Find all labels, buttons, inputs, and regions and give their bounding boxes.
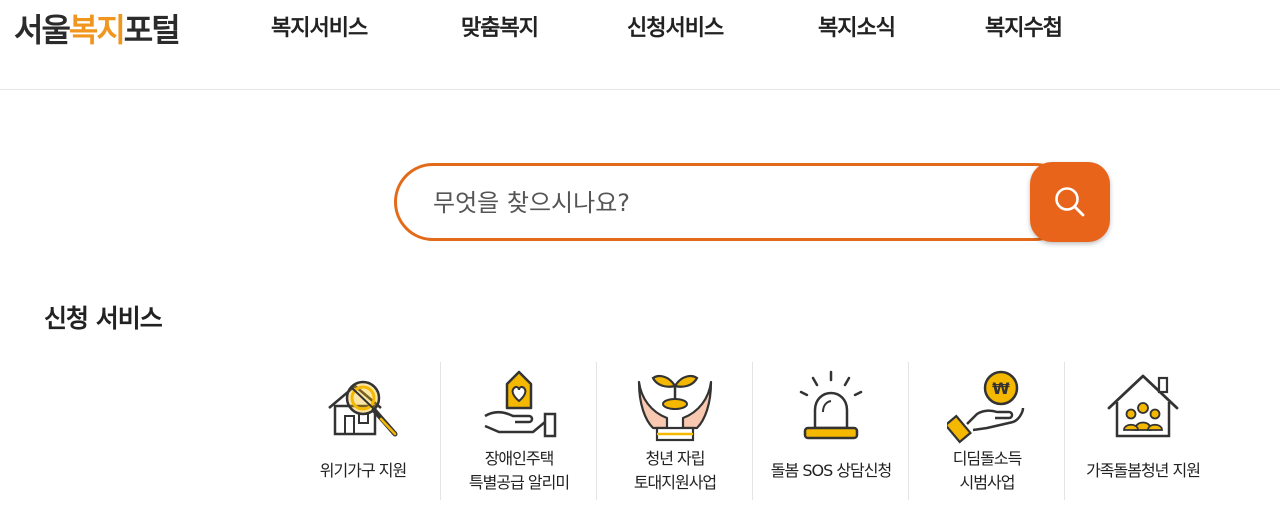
service-label: 돌봄 SOS 상담신청: [770, 461, 892, 480]
hands-sprout-icon: [637, 375, 713, 442]
service-label: 토대지원사업: [633, 473, 717, 492]
service-disabled-housing[interactable]: 장애인주택 특별공급 알리미: [440, 362, 596, 500]
service-label: 시범사업: [959, 473, 1016, 492]
hand-coin-icon: ₩: [947, 370, 1025, 444]
service-label: 청년 자립: [645, 449, 706, 468]
service-stepping-stone-income[interactable]: ₩ 디딤돌소득 시범사업: [908, 362, 1064, 500]
service-family-caregiver-youth[interactable]: 가족돌봄청년 지원: [1064, 362, 1220, 500]
search-icon: [1055, 187, 1085, 217]
service-youth-independence[interactable]: 청년 자립 토대지원사업: [596, 362, 752, 500]
search-box: [394, 163, 1074, 241]
nav-welfare-services[interactable]: 복지서비스: [271, 14, 368, 44]
logo-text-portal: 포털: [123, 11, 181, 49]
logo-text-seoul: 서울: [14, 11, 71, 49]
svg-text:₩: ₩: [992, 379, 1010, 398]
search-bar: [394, 162, 1110, 242]
service-crisis-household[interactable]: 위기가구 지원: [285, 362, 441, 500]
service-label: 가족돌봄청년 지원: [1086, 461, 1201, 480]
search-input[interactable]: [433, 184, 1023, 222]
service-label: 디딤돌소득: [952, 449, 1023, 468]
apply-section-title: 신청 서비스: [44, 304, 163, 333]
magnifier-house-icon: [328, 380, 398, 437]
search-button[interactable]: [1030, 162, 1110, 242]
nav-apply-services[interactable]: 신청서비스: [627, 14, 724, 44]
service-label: 위기가구 지원: [319, 461, 407, 480]
service-label: 특별공급 알리미: [468, 473, 570, 492]
logo-text-welfare: 복지: [68, 11, 126, 49]
service-label: 장애인주택: [484, 449, 555, 468]
nav-welfare-handbook[interactable]: 복지수첩: [985, 14, 1063, 44]
site-header: 서울복지포털 복지서비스 맞춤복지 신청서비스 복지소식 복지수첩: [0, 0, 1280, 90]
family-house-icon: [1107, 374, 1179, 438]
service-care-sos[interactable]: 돌봄 SOS 상담신청: [752, 362, 908, 500]
siren-icon: [799, 370, 863, 440]
hand-heart-house-icon: [484, 370, 557, 438]
nav-custom-welfare[interactable]: 맞춤복지: [461, 14, 539, 44]
nav-welfare-news[interactable]: 복지소식: [818, 14, 896, 44]
site-logo[interactable]: 서울복지포털: [14, 10, 181, 50]
